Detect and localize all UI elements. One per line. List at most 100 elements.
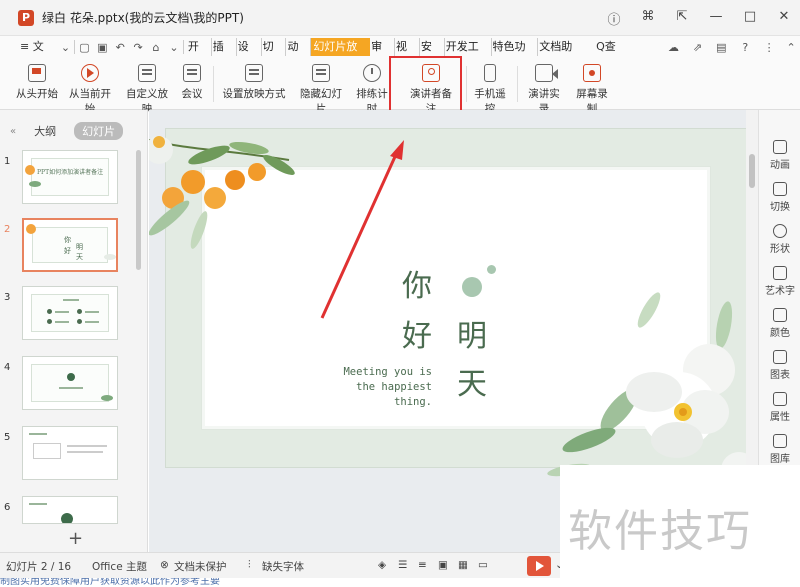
slide-english-line[interactable]: the happiest — [312, 380, 432, 395]
properties-pane-button[interactable]: 属性 — [759, 392, 800, 423]
more-options-icon[interactable]: ⋮ — [760, 41, 778, 54]
current-slide[interactable]: 你 好 明 天 Meeting you is the happiest thin… — [165, 128, 747, 468]
slide-thumbnail[interactable]: 2 你 好 明 天 — [4, 218, 118, 272]
info-icon[interactable]: ⓘ — [606, 9, 622, 28]
dropdown-arrow-icon[interactable]: ⌄ — [57, 41, 75, 54]
slide-text-tian[interactable]: 天 — [457, 359, 487, 403]
slide-title: PPT如何添加演讲者备注 — [37, 169, 104, 176]
transition-pane-button[interactable]: 切换 — [759, 182, 800, 213]
cropped-text: 制图实用免费保障用户获取资源以此作为参考主要 — [0, 578, 220, 587]
tab-design[interactable]: 设计 — [237, 38, 262, 71]
wordart-icon — [773, 266, 787, 280]
section-marker — [67, 373, 75, 381]
search-button[interactable]: Q查找 — [594, 38, 629, 71]
slide-thumbnail[interactable]: 6 — [4, 496, 118, 524]
wordart-pane-button[interactable]: 艺术字 — [759, 266, 800, 297]
graphic — [61, 513, 73, 523]
slide-english-line[interactable]: thing. — [312, 395, 432, 410]
meeting-button[interactable]: 会议 — [177, 64, 207, 101]
slide-text-ming[interactable]: 明 — [457, 311, 487, 355]
redo-icon[interactable]: ↷ — [129, 41, 147, 54]
reading-view-icon[interactable]: ▭ — [478, 559, 488, 571]
collapse-ribbon-icon[interactable]: ⌃ — [782, 41, 800, 54]
title-line — [29, 503, 47, 505]
custom-show-button[interactable]: 自定义放映 — [121, 64, 173, 116]
slide-text-ni[interactable]: 你 — [402, 261, 432, 305]
cube-icon[interactable]: ◈ — [378, 559, 386, 571]
export-icon[interactable]: ▤ — [712, 41, 730, 54]
slide-sorter-icon[interactable]: ▦ — [458, 559, 468, 571]
tab-slides[interactable]: 幻灯片 — [74, 122, 124, 140]
tab-outline[interactable]: 大纲 — [26, 122, 64, 140]
more-icon[interactable]: ⌄ — [165, 41, 183, 54]
rehearse-timing-button[interactable]: 排练计时 — [352, 64, 392, 116]
text-line — [55, 311, 69, 313]
tab-security[interactable]: 安全 — [420, 38, 445, 71]
comment-icon[interactable]: ☰ — [398, 559, 407, 571]
shape-pane-button[interactable]: 形状 — [759, 224, 800, 255]
tab-doc-assistant[interactable]: 文档助手 — [538, 38, 584, 71]
video-camera-icon — [535, 64, 558, 82]
notes-view-icon[interactable]: ≡ — [418, 559, 427, 571]
slide-text-hao[interactable]: 好 — [402, 311, 432, 355]
chart-pane-button[interactable]: 图表 — [759, 350, 800, 381]
tab-features[interactable]: 特色功能 — [492, 38, 539, 71]
tab-animation[interactable]: 动画 — [286, 38, 312, 71]
text-line — [67, 445, 107, 447]
divider — [182, 40, 184, 54]
slide-thumbnail[interactable]: 1 PPT如何添加演讲者备注 — [4, 150, 118, 204]
slide-preview — [22, 496, 118, 524]
slide-number: 6 — [4, 502, 11, 513]
slide-thumbnail[interactable]: 3 — [4, 286, 118, 340]
play-from-start-button[interactable]: 从头开始 — [16, 64, 58, 101]
file-menu[interactable]: ≡ 文件 — [18, 38, 57, 71]
color-pane-button[interactable]: 颜色 — [759, 308, 800, 339]
animation-pane-button[interactable]: 动画 — [759, 140, 800, 171]
play-icon — [81, 64, 99, 82]
undo-icon[interactable]: ↶ — [111, 41, 129, 54]
document-protection-status[interactable]: 文档未保护 — [174, 559, 227, 574]
restore-window-icon[interactable]: ⇱ — [674, 9, 690, 28]
gallery-pane-button[interactable]: 图库 — [759, 434, 800, 465]
cloud-sync-icon[interactable]: ☁ — [665, 41, 683, 54]
tab-slideshow[interactable]: 幻灯片放映 — [311, 38, 371, 71]
slide-text: 好 — [64, 247, 71, 255]
tab-developer[interactable]: 开发工具 — [445, 38, 492, 71]
minimize-icon[interactable]: — — [708, 9, 724, 28]
thumbnail-scrollbar[interactable] — [136, 150, 141, 270]
pin-icon[interactable]: ⌘ — [640, 9, 656, 28]
theme-name[interactable]: Office 主题 — [92, 559, 147, 574]
help-icon[interactable]: ? — [736, 41, 754, 54]
menu-bar: ≡ 文件 ⌄ ▢ ▣ ↶ ↷ ⌂ ⌄ 开始 插入 设计 切换 动画 幻灯片放映 … — [0, 36, 800, 71]
slide-english-line[interactable]: Meeting you is — [312, 365, 432, 380]
add-slide-button[interactable]: + — [68, 528, 83, 549]
tab-home[interactable]: 开始 — [187, 38, 212, 71]
scrollbar-thumb[interactable] — [749, 154, 755, 188]
hide-slide-button[interactable]: 隐藏幻灯片 — [295, 64, 347, 116]
play-from-current-button[interactable]: 从当前开始 — [64, 64, 116, 116]
start-slideshow-button[interactable] — [527, 556, 551, 576]
share-icon[interactable]: ⇗ — [689, 41, 707, 54]
normal-view-icon[interactable]: ▣ — [438, 559, 448, 571]
missing-fonts-status[interactable]: 缺失字体 — [262, 559, 304, 574]
format-painter-icon[interactable]: ⌂ — [147, 41, 165, 54]
tab-view[interactable]: 视图 — [395, 38, 420, 71]
collapse-panel-icon[interactable]: « — [10, 126, 16, 137]
slide-thumbnail[interactable]: 4 — [4, 356, 118, 410]
tab-insert[interactable]: 插入 — [212, 38, 237, 71]
tab-review[interactable]: 审阅 — [370, 38, 395, 71]
tab-transition[interactable]: 切换 — [262, 38, 287, 71]
slide-thumbnail[interactable]: 5 — [4, 426, 118, 480]
new-file-icon[interactable]: ▢ — [75, 41, 93, 54]
screen-record-button[interactable]: 屏幕录制 — [572, 64, 612, 116]
slideshow-settings-button[interactable]: 设置放映方式 — [221, 64, 287, 101]
maximize-icon[interactable]: □ — [742, 9, 758, 28]
save-icon[interactable]: ▣ — [93, 41, 111, 54]
phone-remote-button[interactable]: 手机遥控 — [470, 64, 510, 116]
record-presentation-button[interactable]: 演讲实录 — [524, 64, 564, 116]
divider — [213, 66, 214, 102]
close-icon[interactable]: ✕ — [776, 9, 792, 28]
slide-text: 天 — [76, 253, 83, 261]
gallery-icon — [773, 434, 787, 448]
slide-preview-selected: 你 好 明 天 — [22, 218, 118, 272]
